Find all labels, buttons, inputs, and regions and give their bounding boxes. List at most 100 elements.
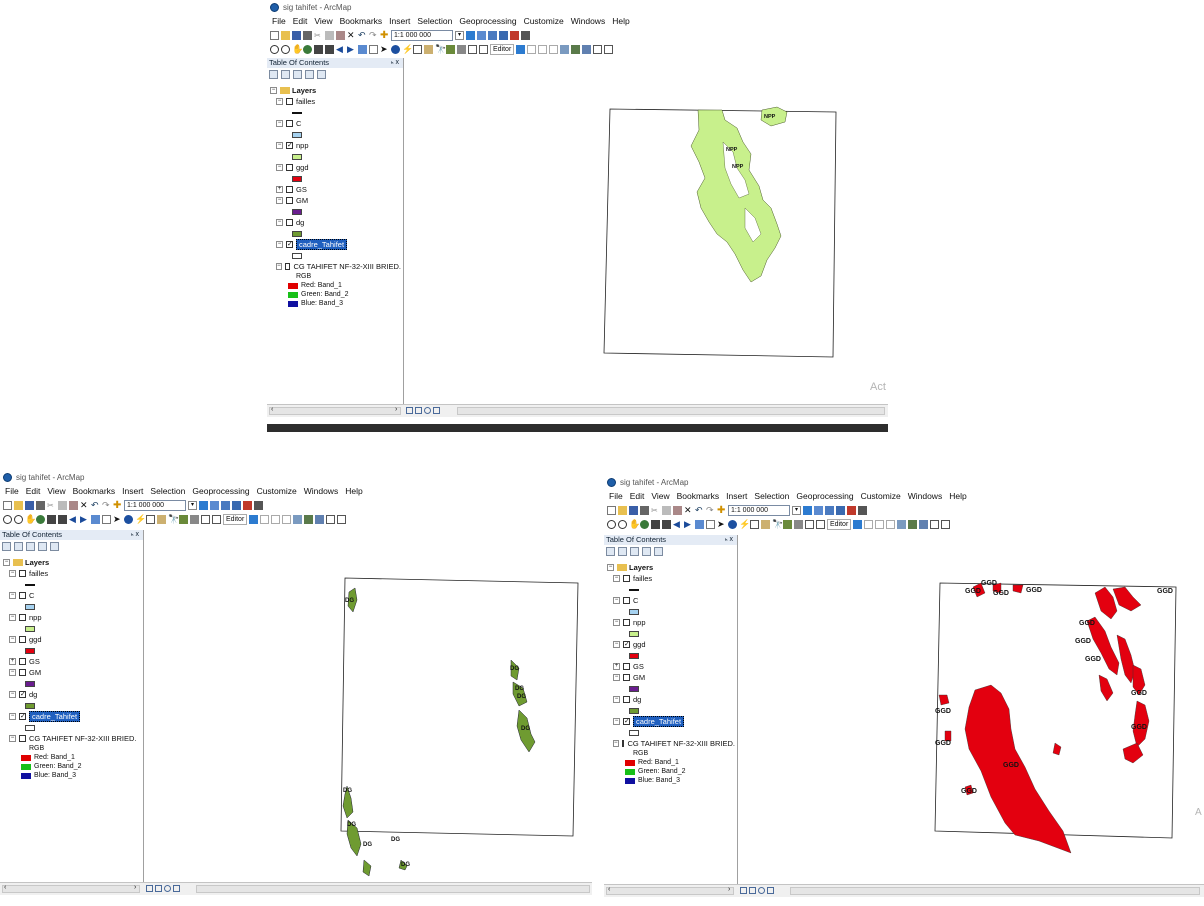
find-route-icon[interactable] bbox=[446, 45, 455, 54]
clear-selection-icon[interactable] bbox=[102, 515, 111, 524]
zoom-in-icon[interactable] bbox=[3, 515, 12, 524]
fixed-zoom-in-icon[interactable] bbox=[651, 520, 660, 529]
scroll-right-icon[interactable]: › bbox=[728, 886, 730, 893]
go-to-xy-icon[interactable] bbox=[190, 515, 199, 524]
hyperlink-icon[interactable]: ⚡ bbox=[135, 515, 146, 524]
select-features-icon[interactable] bbox=[91, 515, 100, 524]
full-extent-icon[interactable] bbox=[640, 520, 649, 529]
list-by-drawing-order-icon[interactable] bbox=[606, 547, 615, 556]
time-slider-icon[interactable] bbox=[468, 45, 477, 54]
editor-menu-button[interactable]: Editor bbox=[490, 44, 515, 55]
full-extent-icon[interactable] bbox=[36, 515, 45, 524]
layer-npp[interactable]: − npp bbox=[3, 612, 141, 623]
full-extent-icon[interactable] bbox=[303, 45, 312, 54]
sketch-properties-icon[interactable] bbox=[604, 45, 614, 54]
edit-annotation-icon[interactable] bbox=[527, 45, 537, 54]
forward-extent-icon[interactable]: ▶ bbox=[684, 520, 693, 529]
layer-ggd[interactable]: − ggd bbox=[3, 634, 141, 645]
layer-gs[interactable]: + GS bbox=[3, 656, 141, 667]
undo-icon[interactable]: ↶ bbox=[695, 506, 704, 515]
refresh-icon[interactable] bbox=[424, 407, 431, 414]
select-elements-icon[interactable]: ➤ bbox=[380, 45, 389, 54]
python-icon[interactable] bbox=[254, 501, 263, 510]
menu-file[interactable]: File bbox=[5, 486, 19, 496]
layers-group[interactable]: − Layers bbox=[3, 557, 141, 568]
layer-dg[interactable]: − dg bbox=[607, 694, 735, 705]
menu-insert[interactable]: Insert bbox=[389, 16, 410, 26]
hyperlink-icon[interactable]: ⚡ bbox=[739, 520, 750, 529]
save-icon[interactable] bbox=[629, 506, 638, 515]
forward-extent-icon[interactable]: ▶ bbox=[80, 515, 89, 524]
fixed-zoom-out-icon[interactable] bbox=[662, 520, 671, 529]
python-icon[interactable] bbox=[858, 506, 867, 515]
new-document-icon[interactable] bbox=[3, 501, 12, 510]
gs-checkbox[interactable] bbox=[19, 658, 26, 665]
redo-icon[interactable]: ↷ bbox=[102, 501, 111, 510]
split-icon[interactable] bbox=[304, 515, 314, 524]
arctoolbox-icon[interactable] bbox=[847, 506, 856, 515]
html-popup-icon[interactable] bbox=[146, 515, 155, 524]
pause-drawing-icon[interactable] bbox=[767, 887, 774, 894]
menu-file[interactable]: File bbox=[609, 491, 623, 501]
list-by-selection-icon[interactable] bbox=[305, 70, 314, 79]
scroll-left-icon[interactable]: ‹ bbox=[271, 406, 273, 413]
layout-view-toggle-icon[interactable] bbox=[155, 885, 162, 892]
new-document-icon[interactable] bbox=[270, 31, 279, 40]
zoom-in-icon[interactable] bbox=[270, 45, 279, 54]
add-data-icon[interactable]: ✚ bbox=[380, 31, 389, 41]
menu-help[interactable]: Help bbox=[612, 16, 629, 26]
dg-checkbox[interactable] bbox=[623, 696, 630, 703]
open-folder-icon[interactable] bbox=[618, 506, 627, 515]
redo-icon[interactable]: ↷ bbox=[706, 506, 715, 515]
topology-icon[interactable] bbox=[293, 515, 303, 524]
trace-icon[interactable] bbox=[282, 515, 292, 524]
identify-icon[interactable] bbox=[728, 520, 737, 529]
back-extent-icon[interactable]: ◀ bbox=[69, 515, 78, 524]
cut-icon[interactable]: ✂ bbox=[314, 31, 323, 40]
layout-view-toggle-icon[interactable] bbox=[415, 407, 422, 414]
scroll-left-icon[interactable]: ‹ bbox=[4, 884, 6, 891]
measure-icon[interactable] bbox=[424, 45, 433, 54]
find-icon[interactable]: 🔭 bbox=[168, 515, 179, 524]
map-horizontal-scrollbar[interactable] bbox=[457, 407, 885, 415]
attributes-icon[interactable] bbox=[930, 520, 940, 529]
zoom-out-icon[interactable] bbox=[281, 45, 290, 54]
menu-file[interactable]: File bbox=[272, 16, 286, 26]
layer-failles[interactable]: − failles bbox=[3, 568, 141, 579]
layers-group[interactable]: − Layers bbox=[270, 85, 401, 96]
delete-icon[interactable]: ✕ bbox=[684, 506, 693, 515]
back-extent-icon[interactable]: ◀ bbox=[336, 45, 345, 54]
pan-icon[interactable]: ✋ bbox=[25, 515, 36, 524]
pan-icon[interactable]: ✋ bbox=[292, 45, 303, 54]
rotate-icon[interactable] bbox=[315, 515, 325, 524]
cg-checkbox[interactable] bbox=[621, 740, 625, 747]
toc-horizontal-scrollbar[interactable] bbox=[606, 887, 734, 895]
layer-cg-raster[interactable]: − CG TAHIFET NF-32-XIII BRIED. bbox=[607, 738, 735, 749]
zoom-out-icon[interactable] bbox=[618, 520, 627, 529]
layer-gm[interactable]: − GM bbox=[607, 672, 735, 683]
layer-failles[interactable]: − failles bbox=[270, 96, 401, 107]
map-view[interactable] bbox=[145, 530, 592, 882]
list-by-visibility-icon[interactable] bbox=[630, 547, 639, 556]
find-icon[interactable]: 🔭 bbox=[435, 45, 446, 54]
gm-checkbox[interactable] bbox=[623, 674, 630, 681]
toc-pin-close[interactable]: ₕ x bbox=[725, 535, 733, 545]
npp-checkbox[interactable]: ✓ bbox=[286, 142, 293, 149]
layer-ggd[interactable]: − ✓ ggd bbox=[607, 639, 735, 650]
scale-dropdown-icon[interactable]: ▾ bbox=[455, 31, 464, 40]
npp-checkbox[interactable] bbox=[623, 619, 630, 626]
layer-cadre-tahifet[interactable]: − ✓ cadre_Tahifet bbox=[3, 711, 141, 722]
list-by-visibility-icon[interactable] bbox=[26, 542, 35, 551]
layout-view-icon[interactable] bbox=[479, 45, 488, 54]
clear-selection-icon[interactable] bbox=[706, 520, 715, 529]
pan-icon[interactable]: ✋ bbox=[629, 520, 640, 529]
data-view-icon[interactable] bbox=[146, 885, 153, 892]
toc-pin-close[interactable]: ₕ x bbox=[131, 530, 139, 540]
map-scale-input[interactable]: 1:1 000 000 bbox=[728, 505, 790, 516]
html-popup-icon[interactable] bbox=[413, 45, 422, 54]
identify-icon[interactable] bbox=[391, 45, 400, 54]
ggd-checkbox[interactable]: ✓ bbox=[623, 641, 630, 648]
list-by-drawing-order-icon[interactable] bbox=[2, 542, 11, 551]
ggd-checkbox[interactable] bbox=[286, 164, 293, 171]
menu-view[interactable]: View bbox=[314, 16, 332, 26]
